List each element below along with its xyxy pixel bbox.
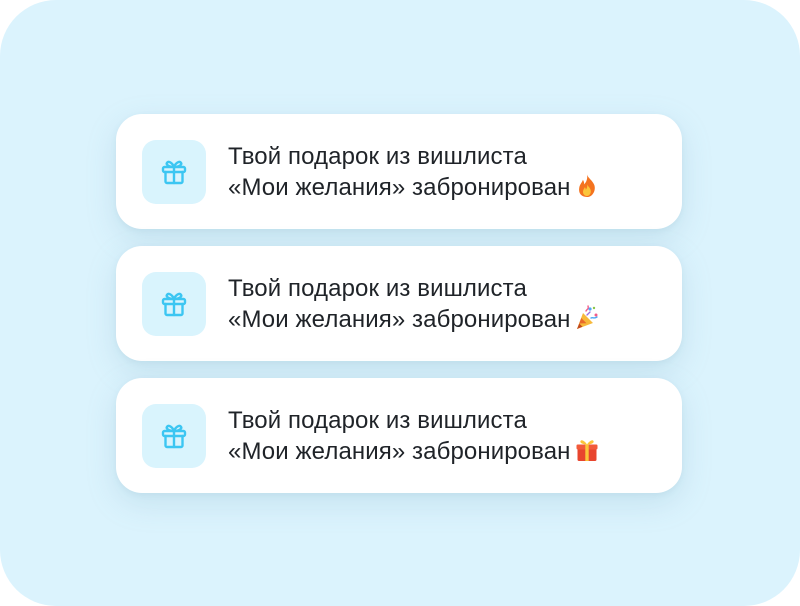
notification-card[interactable]: Твой подарок из вишлиста «Мои желания» з… bbox=[116, 378, 682, 493]
notification-text: Твой подарок из вишлиста «Мои желания» з… bbox=[228, 405, 599, 467]
gift-icon-tile bbox=[142, 403, 206, 468]
gift-icon-tile bbox=[142, 271, 206, 336]
gift-icon bbox=[161, 292, 187, 316]
notification-line-1: Твой подарок из вишлиста bbox=[228, 406, 527, 434]
notification-line-2: «Мои желания» забронирован bbox=[228, 436, 599, 467]
gift-icon bbox=[161, 424, 187, 448]
gift-icon-tile bbox=[142, 139, 206, 204]
notification-message: «Мои желания» забронирован bbox=[228, 437, 571, 465]
notification-card[interactable]: Твой подарок из вишлиста «Мои желания» з… bbox=[116, 114, 682, 229]
fire-emoji bbox=[575, 173, 599, 199]
notification-line-2: «Мои желания» забронирован bbox=[228, 172, 599, 203]
notification-line-1: Твой подарок из вишлиста bbox=[228, 142, 527, 170]
notification-text: Твой подарок из вишлиста «Мои желания» з… bbox=[228, 273, 599, 335]
gift-icon bbox=[161, 160, 187, 184]
notification-card[interactable]: Твой подарок из вишлиста «Мои желания» з… bbox=[116, 246, 682, 361]
notification-message: «Мои желания» забронирован bbox=[228, 305, 571, 333]
notification-list: Твой подарок из вишлиста «Мои желания» з… bbox=[116, 114, 682, 510]
party-popper-emoji bbox=[575, 304, 599, 331]
background-panel: Твой подарок из вишлиста «Мои желания» з… bbox=[0, 0, 800, 606]
notification-text: Твой подарок из вишлиста «Мои желания» з… bbox=[228, 141, 599, 203]
notification-line-1: Твой подарок из вишлиста bbox=[228, 274, 527, 302]
notification-message: «Мои желания» забронирован bbox=[228, 173, 571, 201]
notification-line-2: «Мои желания» забронирован bbox=[228, 304, 599, 335]
wrapped-gift-emoji bbox=[575, 437, 599, 463]
